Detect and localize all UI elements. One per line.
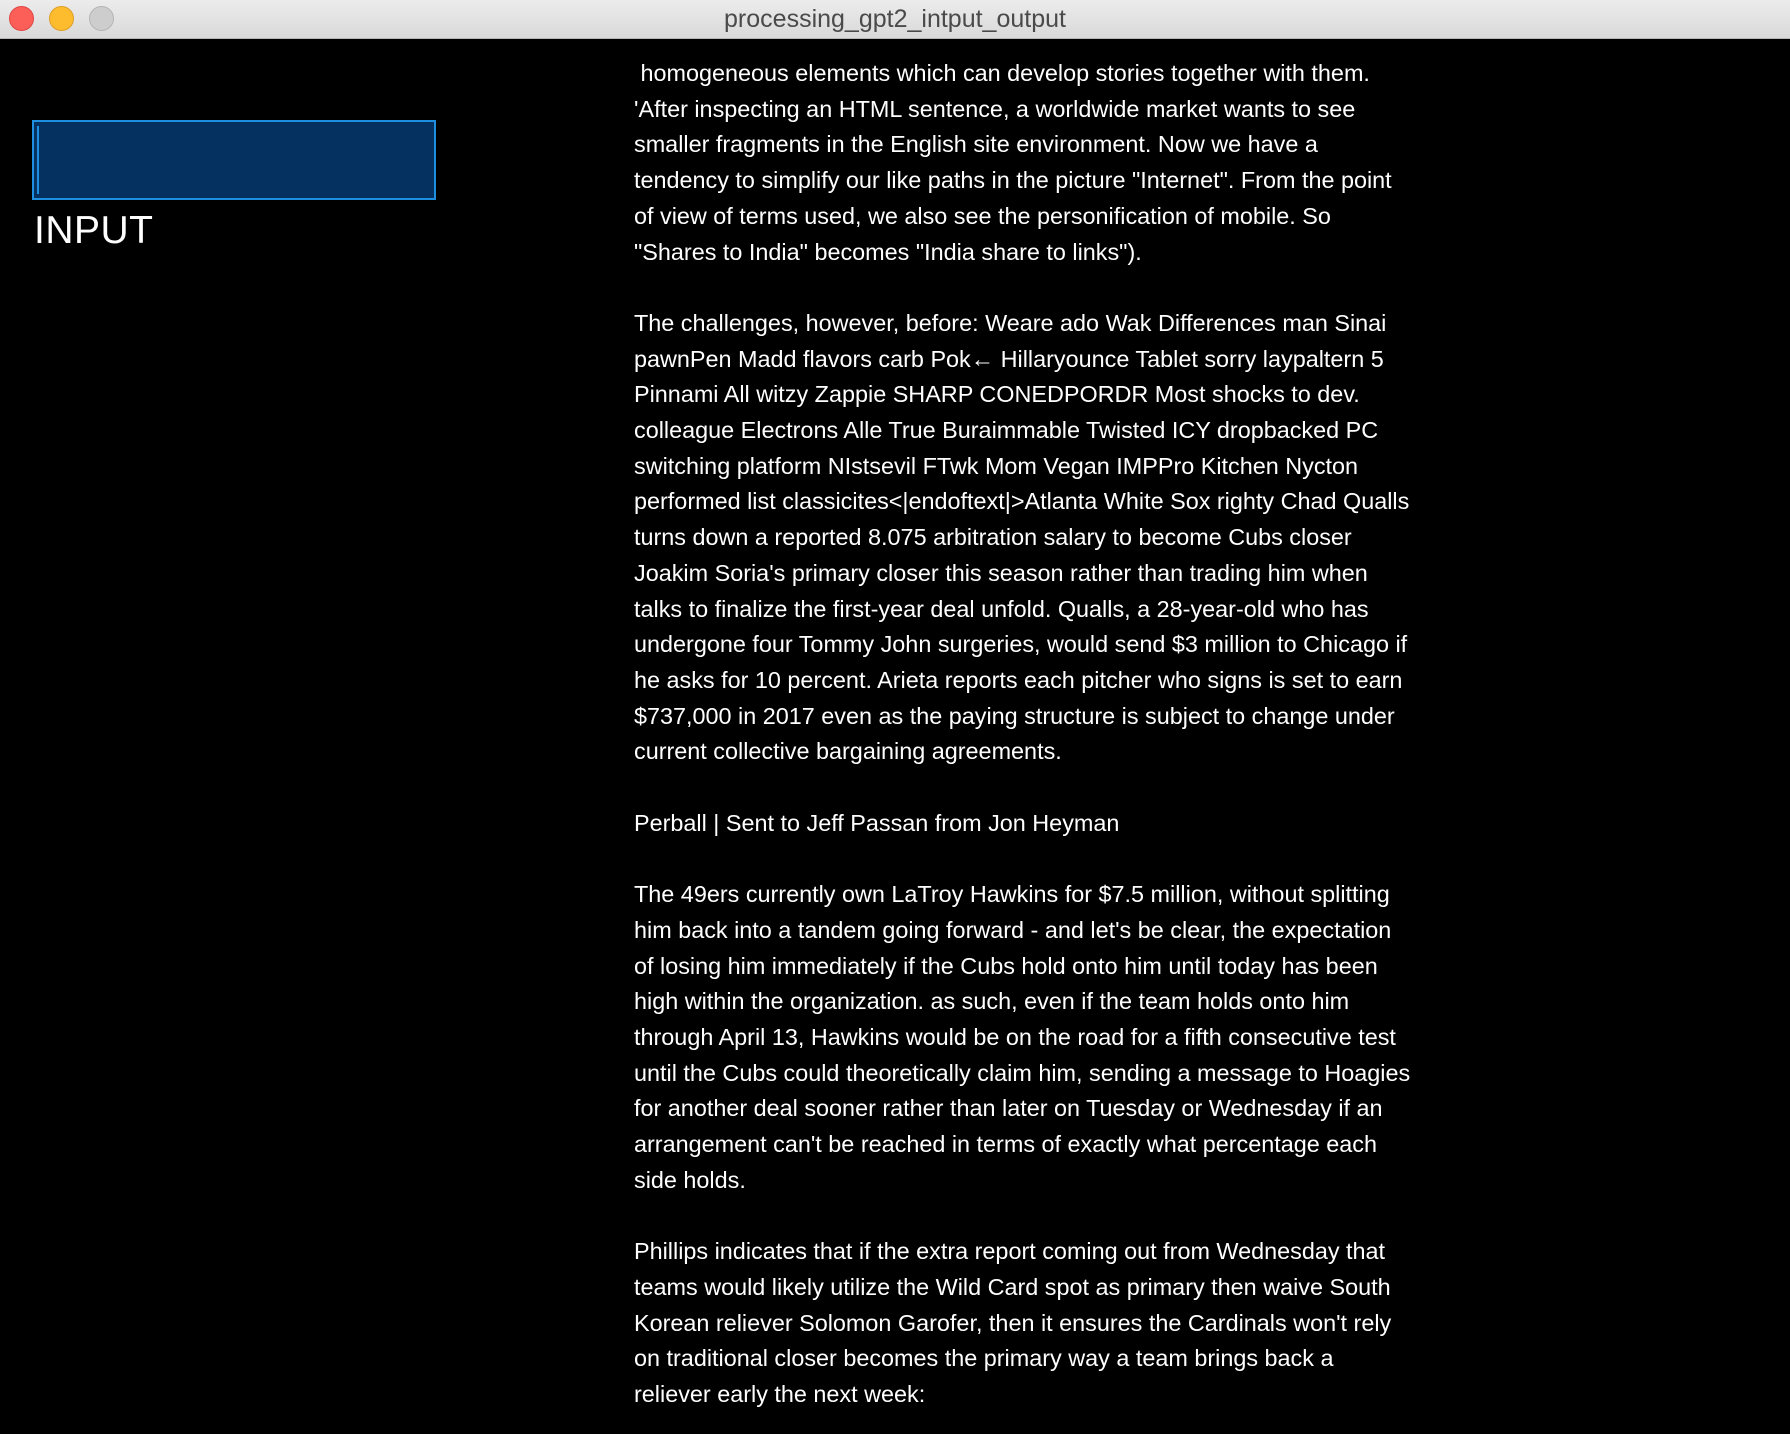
output-line: on traditional closer becomes the primar… — [634, 1345, 1334, 1372]
title-bar[interactable]: processing_gpt2_intput_output — [0, 0, 1790, 39]
output-line: homogeneous elements which can develop s… — [634, 60, 1370, 86]
input-label: INPUT — [34, 209, 154, 252]
output-line: undergone four Tommy John surgeries, wou… — [634, 631, 1408, 658]
output-line: arrangement can't be reached in terms of… — [634, 1131, 1377, 1158]
output-line: he asks for 10 percent. Arieta reports e… — [634, 666, 1403, 693]
output-line: switching platform NIstsevil FTwk Mom Ve… — [634, 452, 1359, 479]
output-line: colleague Electrons Alle True Buraimmabl… — [634, 417, 1379, 444]
output-line: high within the organization. as such, e… — [634, 988, 1350, 1015]
output-line: for another deal sooner rather than late… — [634, 1095, 1383, 1122]
output-line: Joakim Soria's primary closer this seaso… — [634, 559, 1368, 586]
output-line: until the Cubs could theoretically claim… — [634, 1059, 1411, 1086]
output-paragraph: The challenges, however, before: Weare a… — [634, 306, 1464, 770]
output-line: tendency to simplify our like paths in t… — [634, 167, 1392, 194]
output-line: reliever early the next week: — [634, 1380, 926, 1407]
output-paragraph: Phillips indicates that if the extra rep… — [634, 1234, 1464, 1413]
output-line: him back into a tandem going forward - a… — [634, 916, 1392, 943]
output-line: smaller fragments in the English site en… — [634, 131, 1318, 158]
output-line: Perball | Sent to Jeff Passan from Jon H… — [634, 809, 1120, 836]
output-line: Phillips indicates that if the extra rep… — [634, 1238, 1386, 1265]
output-line: through April 13, Hawkins would be on th… — [634, 1023, 1396, 1050]
output-paragraph: The 49ers currently own LaTroy Hawkins f… — [634, 877, 1464, 1198]
output-line: Korean reliever Solomon Garofer, then it… — [634, 1309, 1392, 1336]
output-paragraph: Perball | Sent to Jeff Passan from Jon H… — [634, 806, 1464, 842]
output-line: Pinnami All witzy Zappie SHARP CONEDPORD… — [634, 381, 1360, 408]
output-line: side holds. — [634, 1166, 746, 1193]
output-line: teams would likely utilize the Wild Card… — [634, 1273, 1391, 1300]
output-line: $737,000 in 2017 even as the paying stru… — [634, 702, 1395, 729]
input-field[interactable] — [32, 120, 436, 200]
output-line: "Shares to India" becomes "India share t… — [634, 238, 1142, 265]
output-line: The challenges, however, before: Weare a… — [634, 309, 1387, 336]
output-line: of view of terms used, we also see the p… — [634, 202, 1331, 229]
output-line: performed list classicites<|endoftext|>A… — [634, 488, 1410, 515]
output-line: of losing him immediately if the Cubs ho… — [634, 952, 1378, 979]
output-line: pawnPen Madd flavors carb Pok← Hillaryou… — [634, 345, 1384, 372]
text-cursor — [37, 126, 39, 194]
output-line: current collective bargaining agreements… — [634, 738, 1062, 765]
window-title: processing_gpt2_intput_output — [724, 5, 1066, 33]
output-line: talks to finalize the first-year deal un… — [634, 595, 1369, 622]
sketch-canvas: INPUT homogeneous elements which can dev… — [0, 39, 1790, 1434]
output-line: turns down a reported 8.075 arbitration … — [634, 524, 1352, 551]
generated-output-text: homogeneous elements which can develop s… — [634, 56, 1464, 1434]
app-window: processing_gpt2_intput_output INPUT homo… — [0, 0, 1790, 1434]
output-line: The 49ers currently own LaTroy Hawkins f… — [634, 881, 1390, 908]
output-line: 'After inspecting an HTML sentence, a wo… — [634, 95, 1356, 122]
output-paragraph: homogeneous elements which can develop s… — [634, 56, 1464, 270]
